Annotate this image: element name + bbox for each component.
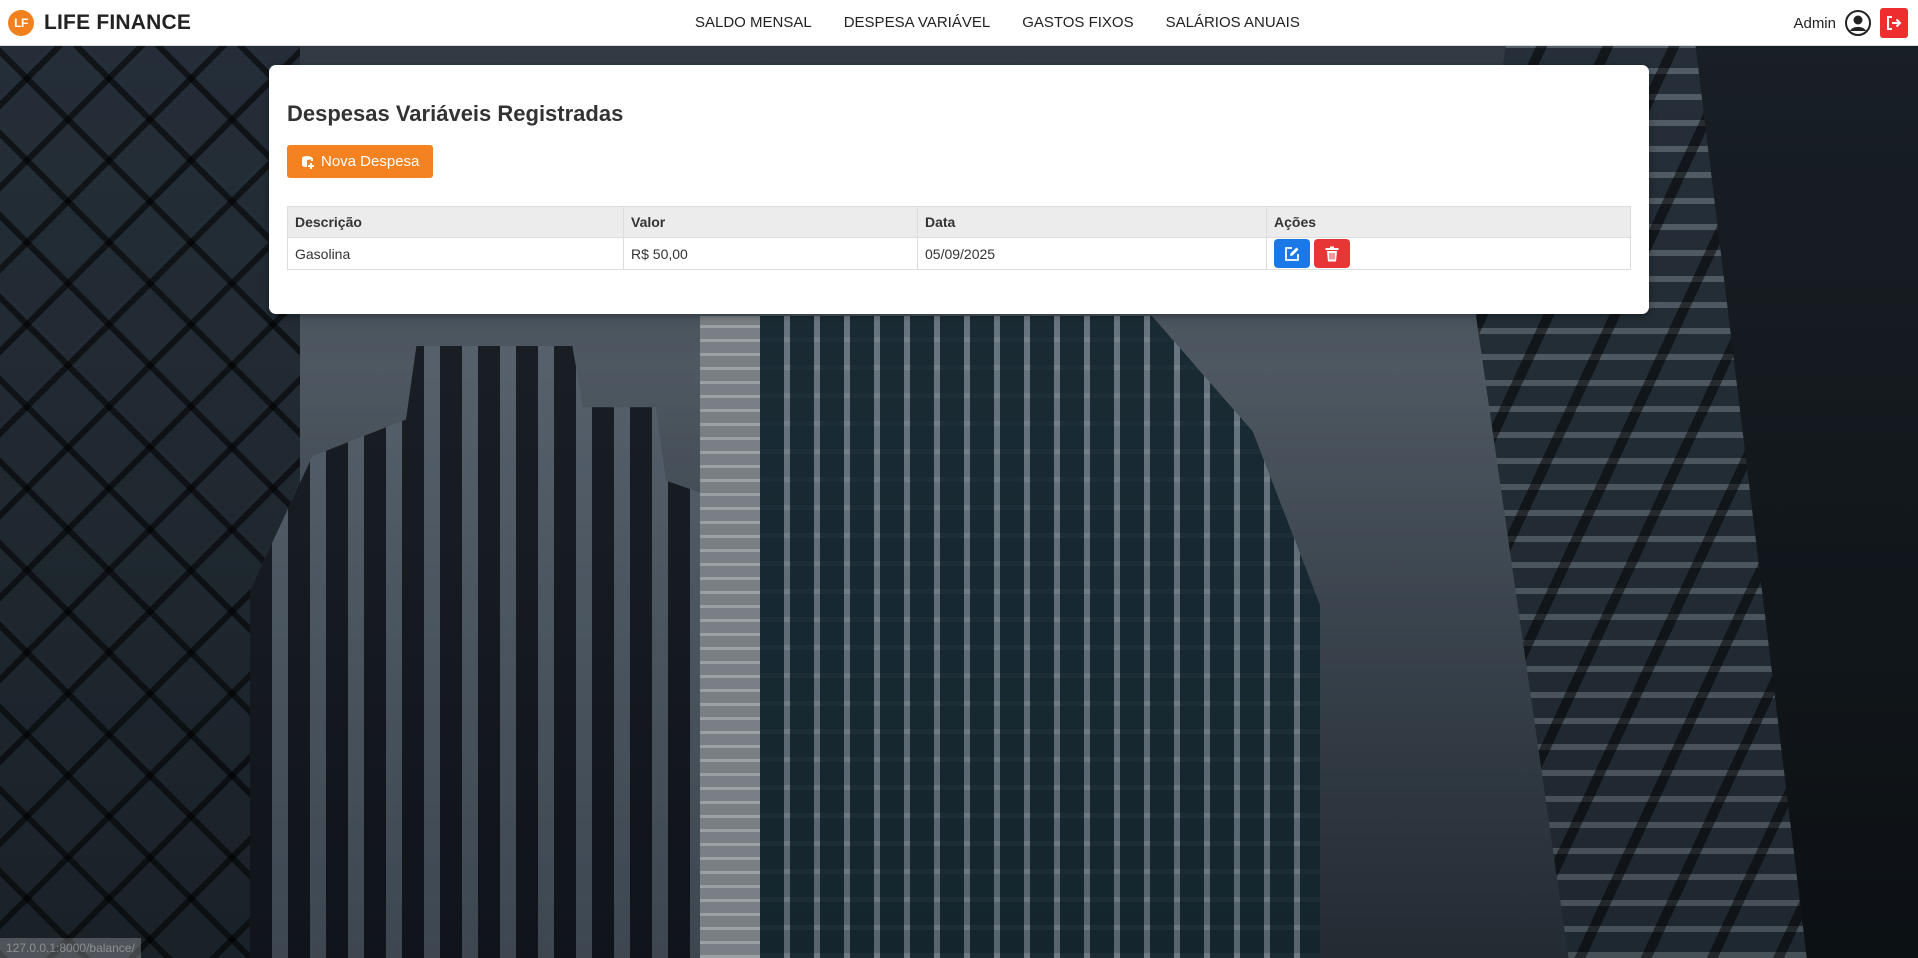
header-acoes: Ações	[1266, 206, 1631, 238]
page-title: Despesas Variáveis Registradas	[287, 101, 624, 126]
expenses-card: Despesas Variáveis Registradas Nova Desp…	[269, 65, 1649, 314]
logout-icon	[1885, 14, 1903, 32]
expenses-table: Descrição Valor Data Ações Gasolina R$ 5…	[287, 206, 1631, 270]
trash-icon	[1325, 246, 1339, 262]
header-valor: Valor	[623, 206, 918, 238]
new-expense-label: Nova Despesa	[321, 153, 420, 170]
database-plus-icon	[301, 155, 315, 169]
cell-data: 05/09/2025	[917, 237, 1267, 270]
row-actions	[1274, 239, 1623, 268]
header-descricao: Descrição	[287, 206, 624, 238]
top-navbar: LF LIFE FINANCE SALDO MENSAL DESPESA VAR…	[0, 0, 1918, 46]
brand[interactable]: LF LIFE FINANCE	[8, 10, 191, 36]
brand-logo: LF	[8, 10, 34, 36]
nav-salarios-anuais[interactable]: SALÁRIOS ANUAIS	[1166, 14, 1300, 31]
nav-saldo-mensal[interactable]: SALDO MENSAL	[695, 14, 812, 31]
status-bar-url: 127.0.0.1:8000/balance/	[0, 938, 141, 958]
delete-button[interactable]	[1314, 239, 1350, 268]
table-header-row: Descrição Valor Data Ações	[287, 206, 1631, 238]
cell-valor: R$ 50,00	[623, 237, 918, 270]
nav-despesa-variavel[interactable]: DESPESA VARIÁVEL	[844, 14, 990, 31]
logout-button[interactable]	[1880, 8, 1908, 38]
user-area: Admin	[1793, 8, 1908, 38]
cell-acoes	[1266, 237, 1631, 270]
table-row: Gasolina R$ 50,00 05/09/2025	[287, 237, 1631, 270]
main-nav: SALDO MENSAL DESPESA VARIÁVEL GASTOS FIX…	[695, 14, 1300, 31]
user-name: Admin	[1793, 14, 1836, 32]
new-expense-button[interactable]: Nova Despesa	[287, 145, 434, 178]
nav-gastos-fixos[interactable]: GASTOS FIXOS	[1022, 14, 1133, 31]
header-data: Data	[917, 206, 1267, 238]
brand-name: LIFE FINANCE	[44, 11, 192, 34]
cell-descricao: Gasolina	[287, 237, 624, 270]
edit-icon	[1284, 246, 1300, 262]
user-circle-icon[interactable]	[1844, 9, 1872, 37]
edit-button[interactable]	[1274, 239, 1310, 268]
